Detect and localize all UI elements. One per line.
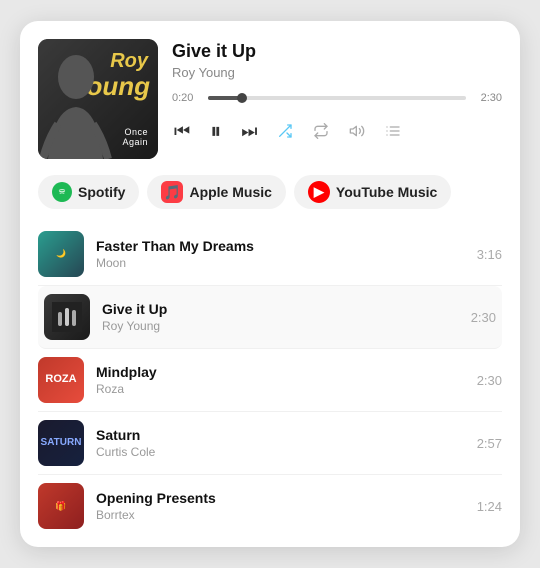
song-title-5: Opening Presents	[96, 490, 465, 506]
song-title-4: Saturn	[96, 427, 465, 443]
song-info-4: Saturn Curtis Cole	[96, 427, 465, 459]
song-info-3: Mindplay Roza	[96, 364, 465, 396]
spotify-tab-label: Spotify	[78, 184, 125, 200]
track-info: Give it Up Roy Young 0:20 2:30 ⏮ ⏸ ⏭	[172, 39, 502, 146]
youtube-music-tab[interactable]: ▶ YouTube Music	[294, 175, 451, 209]
song-artist-1: Moon	[96, 256, 465, 270]
song-artist-4: Curtis Cole	[96, 445, 465, 459]
song-artist-2: Roy Young	[102, 319, 459, 333]
youtube-music-tab-label: YouTube Music	[336, 184, 437, 200]
progress-dot	[237, 93, 247, 103]
music-player-card: Roy Young Once Again Give it Up Roy Youn…	[20, 21, 520, 547]
song-artist-5: Borrtex	[96, 508, 465, 522]
song-thumb-4: SATURN	[38, 420, 84, 466]
apple-music-tab-label: Apple Music	[189, 184, 271, 200]
song-thumb-2	[44, 294, 90, 340]
song-item-1[interactable]: 🌙 Faster Than My Dreams Moon 3:16	[38, 223, 502, 286]
song-artist-3: Roza	[96, 382, 465, 396]
song-info-2: Give it Up Roy Young	[102, 301, 459, 333]
progress-bar[interactable]	[208, 96, 466, 100]
song-duration-4: 2:57	[477, 436, 502, 451]
song-duration-3: 2:30	[477, 373, 502, 388]
time-total: 2:30	[474, 92, 502, 104]
song-duration-2: 2:30	[471, 310, 496, 325]
time-current: 0:20	[172, 92, 200, 104]
song-item-3[interactable]: ROZA Mindplay Roza 2:30	[38, 349, 502, 412]
person-silhouette	[38, 49, 113, 159]
song-duration-5: 1:24	[477, 499, 502, 514]
shuffle-button[interactable]	[275, 121, 295, 141]
album-text-once: Once	[124, 127, 148, 137]
play-pause-button[interactable]: ⏸	[208, 116, 223, 146]
song-item-4[interactable]: SATURN Saturn Curtis Cole 2:57	[38, 412, 502, 475]
song-list: 🌙 Faster Than My Dreams Moon 3:16 Give i…	[38, 223, 502, 537]
playback-controls: ⏮ ⏸ ⏭	[172, 116, 502, 146]
track-artist: Roy Young	[172, 65, 502, 80]
album-text-again: Again	[122, 137, 148, 147]
song-thumb-1: 🌙	[38, 231, 84, 277]
apple-music-icon: 🎵	[161, 181, 183, 203]
youtube-music-icon: ▶	[308, 181, 330, 203]
spotify-icon	[52, 182, 72, 202]
now-playing-section: Roy Young Once Again Give it Up Roy Youn…	[38, 39, 502, 159]
album-art: Roy Young Once Again	[38, 39, 158, 159]
song-duration-1: 3:16	[477, 247, 502, 262]
song-info-5: Opening Presents Borrtex	[96, 490, 465, 522]
album-text-roy: Roy	[110, 51, 148, 71]
song-item-2[interactable]: Give it Up Roy Young 2:30	[38, 286, 502, 349]
repeat-button[interactable]	[311, 121, 331, 141]
spotify-tab[interactable]: Spotify	[38, 175, 139, 209]
queue-button[interactable]	[383, 121, 403, 141]
track-title: Give it Up	[172, 41, 502, 62]
progress-section: 0:20 2:30	[172, 92, 502, 104]
volume-button[interactable]	[347, 121, 367, 141]
song-thumb-5: 🎁	[38, 483, 84, 529]
service-tabs: Spotify 🎵 Apple Music ▶ YouTube Music	[38, 175, 502, 209]
apple-music-tab[interactable]: 🎵 Apple Music	[147, 175, 285, 209]
song-info-1: Faster Than My Dreams Moon	[96, 238, 465, 270]
song-item-5[interactable]: 🎁 Opening Presents Borrtex 1:24	[38, 475, 502, 537]
rewind-button[interactable]: ⏮	[172, 119, 192, 144]
song-title-1: Faster Than My Dreams	[96, 238, 465, 254]
song-title-2: Give it Up	[102, 301, 459, 317]
song-title-3: Mindplay	[96, 364, 465, 380]
fast-forward-button[interactable]: ⏭	[239, 119, 259, 144]
song-thumb-3: ROZA	[38, 357, 84, 403]
